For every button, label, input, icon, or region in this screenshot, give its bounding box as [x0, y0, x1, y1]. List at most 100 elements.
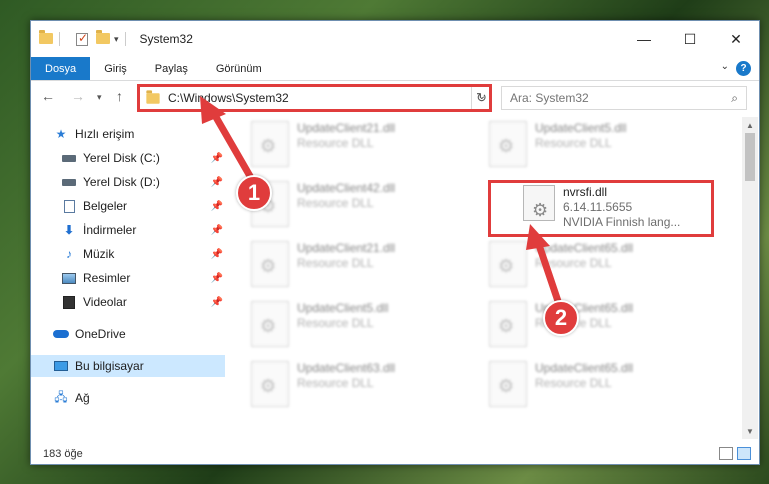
sidebar-item-label: İndirmeler — [83, 223, 137, 237]
download-icon: ⬇ — [63, 223, 75, 237]
sidebar-item-label: Bu bilgisayar — [75, 359, 144, 373]
cloud-icon — [53, 327, 69, 341]
navigation-pane: ★ Hızlı erişim Yerel Disk (C:) 📌 Yerel D… — [31, 121, 227, 441]
scroll-up-icon[interactable]: ▲ — [742, 117, 758, 133]
details-view-icon[interactable] — [719, 447, 733, 460]
explorer-window: ▾ System32 — ☐ ✕ Dosya Giriş Paylaş Görü… — [30, 20, 760, 465]
item-count: 183 öğe — [43, 448, 83, 460]
list-item[interactable]: UpdateClient21.dllResource DLL — [251, 241, 481, 301]
sidebar-item-downloads[interactable]: ⬇ İndirmeler 📌 — [31, 219, 225, 241]
sidebar-item-label: Müzik — [83, 247, 115, 261]
file-type: Resource DLL — [297, 196, 374, 210]
address-highlight-box — [137, 84, 492, 112]
step-2-badge: 2 — [543, 300, 579, 336]
list-item[interactable]: UpdateClient63.dllResource DLL — [251, 361, 481, 421]
file-type: Resource DLL — [297, 316, 374, 330]
file-type: Resource DLL — [297, 136, 374, 150]
file-type: Resource DLL — [535, 256, 612, 270]
sidebar-item-label: OneDrive — [75, 327, 126, 341]
drive-icon — [61, 151, 77, 165]
pin-icon[interactable]: 📌 — [211, 297, 223, 308]
back-button[interactable]: ← — [41, 88, 55, 104]
pin-icon[interactable]: 📌 — [211, 225, 223, 236]
sidebar-item-pictures[interactable]: Resimler 📌 — [31, 267, 225, 289]
close-button[interactable]: ✕ — [713, 21, 759, 57]
properties-icon[interactable] — [76, 31, 88, 46]
sidebar-item-music[interactable]: ♪ Müzik 📌 — [31, 243, 225, 265]
sidebar-item-documents[interactable]: Belgeler 📌 — [31, 195, 225, 217]
status-bar: 183 öğe — [31, 443, 759, 465]
list-item[interactable]: UpdateClient5.dllResource DLL — [251, 301, 481, 361]
pin-icon[interactable]: 📌 — [211, 249, 223, 260]
tab-share[interactable]: Paylaş — [141, 57, 202, 80]
pin-icon[interactable]: 📌 — [211, 153, 223, 164]
address-row: ← → ▾ ↑ C:\Windows\System32 ⌄ ↻ ⌕ — [31, 81, 759, 115]
videos-icon — [61, 295, 77, 309]
customize-toolbar-icon[interactable]: ▾ — [114, 34, 119, 45]
file-name: UpdateClient21.dll — [297, 121, 396, 135]
tab-file[interactable]: Dosya — [31, 57, 91, 80]
sidebar-item-this-pc[interactable]: Bu bilgisayar — [31, 355, 225, 377]
network-icon: 🖧 — [54, 389, 68, 404]
sidebar-item-local-disk-d[interactable]: Yerel Disk (D:) 📌 — [31, 171, 225, 193]
list-item[interactable]: UpdateClient42.dllResource DLL — [251, 181, 481, 241]
list-item[interactable]: UpdateClient65.dllResource DLL — [489, 361, 719, 421]
up-button[interactable]: ↑ — [116, 88, 123, 104]
sidebar-item-local-disk-c[interactable]: Yerel Disk (C:) 📌 — [31, 147, 225, 169]
pin-icon[interactable]: 📌 — [211, 273, 223, 284]
dll-file-icon — [251, 121, 289, 167]
file-list: UpdateClient21.dllResource DLL UpdateCli… — [229, 117, 743, 435]
tiles-view-icon[interactable] — [737, 447, 751, 460]
file-name: UpdateClient65.dll — [535, 361, 634, 375]
search-icon[interactable]: ⌕ — [731, 91, 738, 106]
sidebar-item-network[interactable]: 🖧 Ağ — [31, 387, 225, 409]
file-name: UpdateClient21.dll — [297, 241, 396, 255]
divider — [124, 32, 126, 46]
list-item[interactable]: UpdateClient65.dllResource DLL — [489, 301, 719, 361]
computer-icon — [53, 359, 69, 373]
dll-file-icon — [489, 121, 527, 167]
minimize-button[interactable]: — — [621, 21, 667, 57]
pin-icon[interactable]: 📌 — [211, 177, 223, 188]
sidebar-item-label: Resimler — [83, 271, 131, 285]
file-type: Resource DLL — [535, 136, 612, 150]
expand-ribbon-icon[interactable]: ⌄ — [721, 61, 729, 72]
star-icon: ★ — [55, 127, 67, 141]
ribbon-tabs: Dosya Giriş Paylaş Görünüm — [31, 57, 759, 81]
scroll-down-icon[interactable]: ▼ — [742, 423, 758, 439]
file-name: UpdateClient63.dll — [297, 361, 396, 375]
forward-button[interactable]: → — [71, 88, 85, 104]
help-icon[interactable]: ? — [736, 61, 751, 76]
sidebar-item-quick-access[interactable]: ★ Hızlı erişim — [31, 123, 225, 145]
vertical-scrollbar[interactable]: ▲ ▼ — [742, 117, 758, 439]
file-name: UpdateClient42.dll — [297, 181, 396, 195]
new-folder-icon[interactable] — [96, 30, 110, 45]
dll-file-icon — [489, 361, 527, 407]
maximize-button[interactable]: ☐ — [667, 21, 713, 57]
pin-icon[interactable]: 📌 — [211, 201, 223, 212]
sidebar-item-onedrive[interactable]: OneDrive — [31, 323, 225, 345]
music-icon: ♪ — [66, 247, 72, 261]
dll-file-icon — [251, 241, 289, 287]
dll-file-icon — [489, 301, 527, 347]
search-input[interactable] — [510, 91, 720, 105]
dll-file-icon — [251, 301, 289, 347]
tab-view[interactable]: Görünüm — [202, 57, 276, 80]
tab-home[interactable]: Giriş — [90, 57, 141, 80]
file-type: Resource DLL — [297, 376, 374, 390]
recent-locations-icon[interactable]: ▾ — [97, 92, 102, 103]
file-name: UpdateClient5.dll — [535, 121, 627, 135]
dll-file-icon — [489, 241, 527, 287]
step-1-badge: 1 — [236, 175, 272, 211]
list-item[interactable]: UpdateClient21.dllResource DLL — [251, 121, 481, 181]
sidebar-item-videos[interactable]: Videolar 📌 — [31, 291, 225, 313]
sidebar-item-label: Yerel Disk (C:) — [83, 151, 160, 165]
divider — [59, 32, 60, 46]
list-item[interactable]: UpdateClient5.dllResource DLL — [489, 121, 719, 181]
sidebar-item-label: Ağ — [75, 391, 90, 405]
list-item[interactable]: UpdateClient65.dllResource DLL — [489, 241, 719, 301]
search-box[interactable]: ⌕ — [501, 86, 747, 110]
sidebar-item-label: Yerel Disk (D:) — [83, 175, 160, 189]
title-bar: ▾ System32 — ☐ ✕ — [31, 21, 759, 57]
scroll-thumb[interactable] — [745, 133, 755, 181]
